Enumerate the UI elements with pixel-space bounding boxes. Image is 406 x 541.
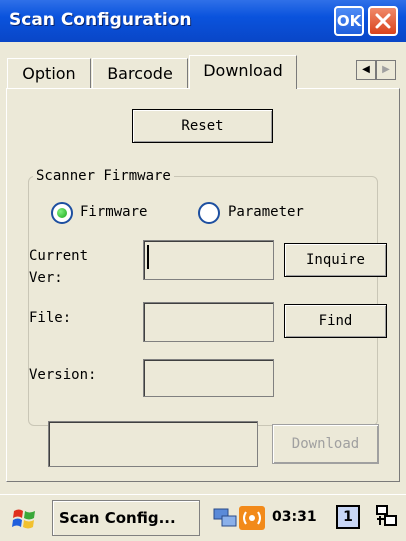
scanner-firmware-group-title: Scanner Firmware	[33, 168, 174, 184]
tab-barcode[interactable]: Barcode	[92, 58, 188, 88]
close-icon	[375, 13, 391, 29]
reset-button[interactable]: Reset	[132, 109, 273, 143]
file-label: File:	[29, 310, 72, 326]
radio-selected-dot	[57, 208, 67, 218]
version-field	[143, 359, 274, 397]
wireless-signal-icon[interactable]	[238, 505, 266, 531]
close-button[interactable]	[368, 6, 398, 36]
find-button[interactable]: Find	[284, 304, 387, 338]
parameter-radio-label[interactable]: Parameter	[228, 204, 304, 220]
current-ver-label-line1: Current	[29, 248, 89, 264]
inquire-button[interactable]: Inquire	[284, 243, 387, 277]
keyboard-input-icon[interactable]	[376, 505, 398, 529]
tab-option[interactable]: Option	[7, 58, 91, 88]
firmware-radio[interactable]	[51, 202, 73, 224]
file-field[interactable]	[143, 302, 274, 342]
arrow-right-icon: ▶	[382, 64, 390, 75]
input-indicator[interactable]: 1	[336, 505, 360, 529]
title-bar: Scan Configuration OK	[0, 0, 406, 42]
firmware-radio-label[interactable]: Firmware	[80, 204, 147, 220]
tab-download[interactable]: Download	[189, 55, 297, 89]
window-title: Scan Configuration	[9, 10, 192, 30]
version-label: Version:	[29, 367, 97, 383]
clock[interactable]: 03:31	[272, 509, 317, 525]
text-caret	[147, 245, 149, 269]
current-ver-field[interactable]	[143, 240, 274, 280]
taskbar-app-button[interactable]: Scan Config...	[52, 500, 200, 536]
arrow-left-icon: ◀	[362, 64, 370, 75]
download-status-field	[48, 421, 258, 467]
windows-flag-icon[interactable]	[10, 505, 38, 533]
download-button[interactable]: Download	[272, 424, 379, 464]
tab-scroll-left-button[interactable]: ◀	[356, 60, 376, 80]
tab-scroll-right-button[interactable]: ▶	[376, 60, 396, 80]
network-icon[interactable]	[212, 506, 238, 530]
parameter-radio[interactable]	[198, 202, 220, 224]
taskbar: Scan Config... 03:31 1	[0, 494, 406, 541]
ok-button[interactable]: OK	[334, 6, 364, 36]
current-ver-label-line2: Ver:	[29, 270, 63, 286]
